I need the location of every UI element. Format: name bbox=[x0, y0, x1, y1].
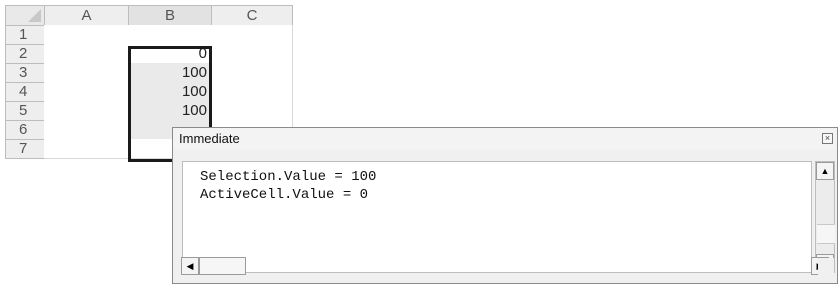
immediate-line-1: Selection.Value = 100 bbox=[200, 169, 377, 185]
close-icon[interactable]: × bbox=[822, 133, 833, 144]
immediate-lines: Selection.Value = 100 ActiveCell.Value = … bbox=[200, 168, 376, 204]
arrow-left-icon[interactable]: ◀ bbox=[181, 257, 199, 275]
horizontal-scroll-thumb[interactable] bbox=[199, 257, 246, 275]
row-header-2[interactable]: 2 bbox=[5, 44, 45, 64]
cell-a6[interactable] bbox=[44, 120, 129, 140]
row-header-5[interactable]: 5 bbox=[5, 101, 45, 121]
cell-a3[interactable] bbox=[44, 63, 129, 83]
row-header-1[interactable]: 1 bbox=[5, 25, 45, 45]
row-header-3[interactable]: 3 bbox=[5, 63, 45, 83]
cell-b3[interactable]: 100 bbox=[128, 63, 212, 83]
immediate-title: Immediate bbox=[179, 131, 240, 146]
immediate-title-bar[interactable]: Immediate bbox=[173, 128, 837, 150]
cell-c2[interactable] bbox=[211, 44, 293, 64]
cell-c1[interactable] bbox=[211, 25, 293, 45]
horizontal-scrollbar[interactable]: ◀ ▶ bbox=[181, 256, 829, 276]
column-header-b[interactable]: B bbox=[128, 5, 212, 26]
cell-a7[interactable] bbox=[44, 139, 129, 159]
cell-b1[interactable] bbox=[128, 25, 212, 45]
immediate-line-2: ActiveCell.Value = 0 bbox=[200, 187, 369, 203]
arrow-up-icon[interactable]: ▲ bbox=[816, 162, 834, 180]
cell-b2[interactable]: 0 bbox=[128, 44, 212, 64]
cell-b4[interactable]: 100 bbox=[128, 82, 212, 102]
row-header-6[interactable]: 6 bbox=[5, 120, 45, 140]
row-header-4[interactable]: 4 bbox=[5, 82, 45, 102]
cell-a5[interactable] bbox=[44, 101, 129, 121]
cell-b5[interactable]: 100 bbox=[128, 101, 212, 121]
scroll-split-handle[interactable] bbox=[817, 224, 835, 244]
cell-a4[interactable] bbox=[44, 82, 129, 102]
cell-c3[interactable] bbox=[211, 63, 293, 83]
row-header-7[interactable]: 7 bbox=[5, 139, 45, 159]
select-all-icon bbox=[28, 9, 41, 22]
resize-grip-icon[interactable] bbox=[818, 258, 834, 276]
cell-c4[interactable] bbox=[211, 82, 293, 102]
column-header-c[interactable]: C bbox=[211, 5, 293, 26]
cell-a1[interactable] bbox=[44, 25, 129, 45]
cell-a2[interactable] bbox=[44, 44, 129, 64]
cell-c5[interactable] bbox=[211, 101, 293, 121]
select-all-corner[interactable] bbox=[5, 5, 45, 26]
column-header-a[interactable]: A bbox=[44, 5, 129, 26]
